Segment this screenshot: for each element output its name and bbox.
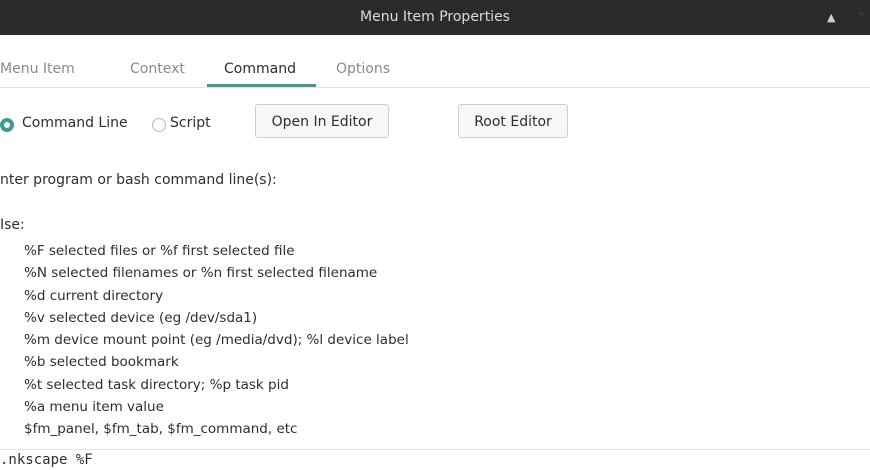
tab-options[interactable]: Options [336, 61, 390, 77]
help-line: %b selected bookmark [24, 354, 179, 371]
script-radio-label[interactable]: Script [170, 115, 211, 131]
root-editor-button[interactable]: Root Editor [458, 104, 568, 138]
tab-bar: Menu Item Context Command Options [0, 35, 870, 87]
tab-menu-item[interactable]: Menu Item [0, 61, 75, 77]
help-line: %d current directory [24, 287, 164, 304]
window-control-icon[interactable]: ◦ [858, 9, 864, 20]
open-in-editor-button[interactable]: Open In Editor [255, 104, 389, 138]
script-radio[interactable] [152, 118, 166, 132]
command-line-radio-label[interactable]: Command Line [22, 115, 128, 131]
command-type-row: Command Line Script [0, 104, 870, 144]
window-title: Menu Item Properties [360, 9, 510, 25]
help-line: $fm_panel, $fm_tab, $fm_command, etc [24, 421, 298, 438]
help-line: %m device mount point (eg /media/dvd); %… [24, 332, 409, 349]
substitution-help-list: %F selected files or %f first selected f… [24, 240, 409, 441]
help-line: %t selected task directory; %p task pid [24, 376, 289, 393]
help-line: %v selected device (eg /dev/sda1) [24, 309, 258, 326]
title-bar: Menu Item Properties ▲ ◦ [0, 0, 870, 35]
tab-divider [0, 87, 870, 88]
eject-icon[interactable]: ▲ [827, 11, 835, 24]
command-line-radio[interactable] [0, 118, 14, 132]
help-line: %F selected files or %f first selected f… [24, 243, 295, 259]
command-text-area[interactable]: .nkscape %F [0, 452, 93, 468]
command-prompt-label: nter program or bash command line(s): [0, 172, 277, 188]
use-label: Ise: [0, 217, 25, 233]
help-line: %a menu item value [24, 399, 164, 416]
command-divider [0, 449, 870, 450]
tab-command[interactable]: Command [224, 61, 296, 77]
help-line: %N selected filenames or %n first select… [24, 265, 378, 282]
tab-context[interactable]: Context [130, 61, 185, 77]
